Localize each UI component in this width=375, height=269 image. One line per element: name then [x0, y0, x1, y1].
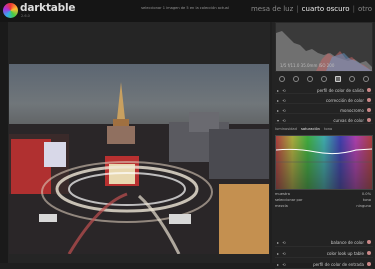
module-controls-icon[interactable]: ▸ ⟲ [277, 108, 287, 113]
param-value: 0.0% [361, 192, 371, 196]
color-curves-tabs: luminosidad saturación tono [275, 127, 373, 134]
module-group-bar [275, 74, 373, 84]
module-controls-icon[interactable]: ▸ ⟲ [277, 88, 287, 93]
module-output-profile[interactable]: ▸ ⟲ perfil de color de salida [275, 86, 373, 94]
module-controls-icon[interactable]: ▾ ⟲ [277, 118, 287, 123]
correct-icon[interactable] [321, 76, 327, 82]
histogram[interactable]: 1/5 f/11.0 35.0mm ISO 200 [275, 22, 373, 72]
view-switcher: mesa de luz | cuarto oscuro | otro [251, 5, 372, 13]
module-power-icon[interactable] [367, 88, 371, 92]
param-label: mezcla [275, 204, 288, 208]
module-color-balance[interactable]: ▸ ⟲ balance de color [275, 238, 373, 247]
module-name: color look up table [326, 251, 364, 256]
module-power-icon[interactable] [367, 240, 371, 244]
color-icon[interactable] [307, 76, 313, 82]
star-icon[interactable] [363, 76, 369, 82]
view-lighttable[interactable]: mesa de luz [251, 5, 293, 13]
tab-luminosity[interactable]: luminosidad [275, 127, 297, 131]
darktable-logo [3, 3, 18, 18]
view-other[interactable]: otro [358, 5, 372, 13]
view-separator: | [296, 5, 299, 13]
color-curve-editor[interactable] [275, 135, 373, 190]
tab-hue[interactable]: tono [324, 127, 332, 131]
right-panel: 1/5 f/11.0 35.0mm ISO 200 ▸ ⟲ perfil de … [272, 22, 375, 269]
view-separator: | [352, 5, 355, 13]
module-color-curves[interactable]: ▾ ⟲ curvas de color [275, 116, 373, 124]
app-version: 2.6.0 [21, 14, 30, 18]
module-power-icon[interactable] [367, 118, 371, 122]
module-monochrome[interactable]: ▸ ⟲ monocromo [275, 106, 373, 114]
app-brand: darktable [20, 2, 76, 14]
night-city-photo [9, 64, 269, 254]
left-panel[interactable] [0, 22, 8, 263]
module-power-icon[interactable] [367, 251, 371, 255]
module-controls-icon[interactable]: ▸ ⟲ [277, 240, 287, 245]
status-text: seleccionar 1 imagen de 5 en la colecció… [141, 6, 229, 10]
module-color-correction[interactable]: ▸ ⟲ corrección de color [275, 96, 373, 104]
power-icon[interactable] [279, 76, 285, 82]
module-input-profile[interactable]: ▸ ⟲ perfil de color de entrada [275, 260, 373, 269]
top-bar: darktable 2.6.0 seleccionar 1 imagen de … [0, 0, 375, 22]
color-curves-params: muestra 0.0% seleccionar por tono mezcla… [275, 192, 373, 210]
param-label: muestra [275, 192, 290, 196]
module-power-icon[interactable] [367, 98, 371, 102]
module-name: balance de color [330, 240, 364, 245]
param-value: ninguno [356, 204, 371, 208]
curve-line [276, 148, 372, 163]
view-darkroom[interactable]: cuarto oscuro [302, 5, 350, 13]
photo-preview[interactable] [9, 64, 269, 254]
preset-icon[interactable] [349, 76, 355, 82]
module-name: curvas de color [333, 118, 364, 123]
tab-saturation[interactable]: saturación [301, 127, 320, 131]
module-controls-icon[interactable]: ▸ ⟲ [277, 251, 287, 256]
module-name: corrección de color [325, 98, 364, 103]
module-name: perfil de color de salida [317, 88, 364, 93]
param-value: tono [362, 198, 371, 202]
param-label: seleccionar por [275, 198, 303, 202]
module-power-icon[interactable] [367, 108, 371, 112]
center-view [8, 22, 270, 263]
effect-icon[interactable] [335, 76, 341, 82]
exif-info: 1/5 f/11.0 35.0mm ISO 200 [280, 63, 335, 68]
circle-icon[interactable] [293, 76, 299, 82]
module-controls-icon[interactable]: ▸ ⟲ [277, 98, 287, 103]
module-color-lut[interactable]: ▸ ⟲ color look up table [275, 249, 373, 258]
module-name: monocromo [340, 108, 364, 113]
param-row[interactable]: mezcla ninguno [275, 204, 373, 210]
